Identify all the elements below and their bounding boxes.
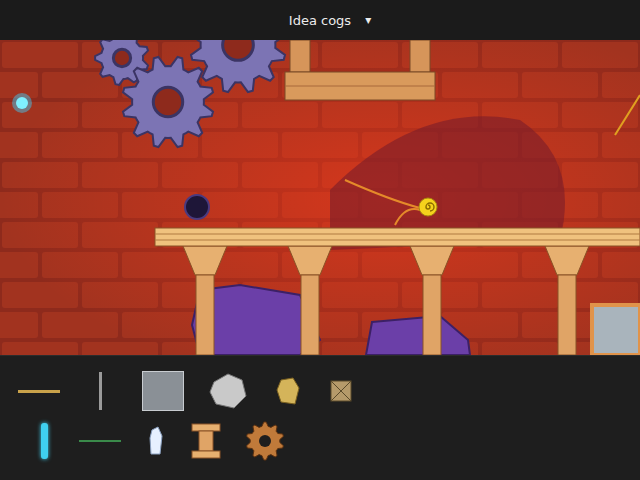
platform[interactable] bbox=[155, 228, 640, 355]
sparkle-icon bbox=[12, 93, 32, 113]
palette-row bbox=[0, 419, 640, 463]
level-select[interactable]: Idea cogs ▾ bbox=[283, 11, 377, 30]
level-title: Idea cogs bbox=[289, 13, 351, 28]
idea-spiral-icon[interactable] bbox=[419, 198, 437, 216]
pole-icon bbox=[99, 372, 102, 410]
gold-nugget-icon bbox=[275, 376, 301, 406]
palette-item[interactable] bbox=[138, 369, 188, 413]
rock-icon bbox=[208, 372, 248, 410]
purple-rock bbox=[366, 316, 470, 355]
palette-item[interactable] bbox=[244, 419, 286, 463]
palette-item[interactable] bbox=[78, 419, 122, 463]
parts-palette bbox=[0, 355, 640, 480]
top-bar: Idea cogs ▾ bbox=[0, 0, 640, 40]
palette-row bbox=[0, 369, 640, 413]
palette-item[interactable] bbox=[80, 369, 120, 413]
tube-icon bbox=[41, 423, 48, 459]
metal-block[interactable] bbox=[592, 305, 640, 355]
palette-item[interactable] bbox=[32, 419, 56, 463]
palette-item[interactable] bbox=[144, 419, 168, 463]
brick-wall bbox=[0, 40, 640, 355]
palette-item[interactable] bbox=[190, 419, 222, 463]
wooden-frame[interactable] bbox=[285, 40, 435, 100]
pillar-icon bbox=[191, 423, 221, 459]
cog-icon[interactable] bbox=[191, 40, 285, 92]
metal-plate-icon bbox=[142, 371, 184, 411]
gear-icon bbox=[245, 421, 285, 461]
palette-item[interactable] bbox=[16, 369, 62, 413]
ball[interactable] bbox=[185, 195, 209, 219]
palette-item[interactable] bbox=[326, 369, 356, 413]
game-screen: Idea cogs ▾ bbox=[0, 0, 640, 480]
cog-icon[interactable] bbox=[123, 57, 213, 147]
rod-icon bbox=[18, 390, 60, 393]
crystal-icon bbox=[148, 426, 164, 456]
palette-item[interactable] bbox=[268, 369, 308, 413]
wire-icon bbox=[79, 440, 121, 442]
palette-item[interactable] bbox=[206, 369, 250, 413]
dropdown-arrow-icon: ▾ bbox=[365, 13, 371, 27]
crate-icon bbox=[330, 380, 352, 402]
game-scene[interactable] bbox=[0, 40, 640, 355]
